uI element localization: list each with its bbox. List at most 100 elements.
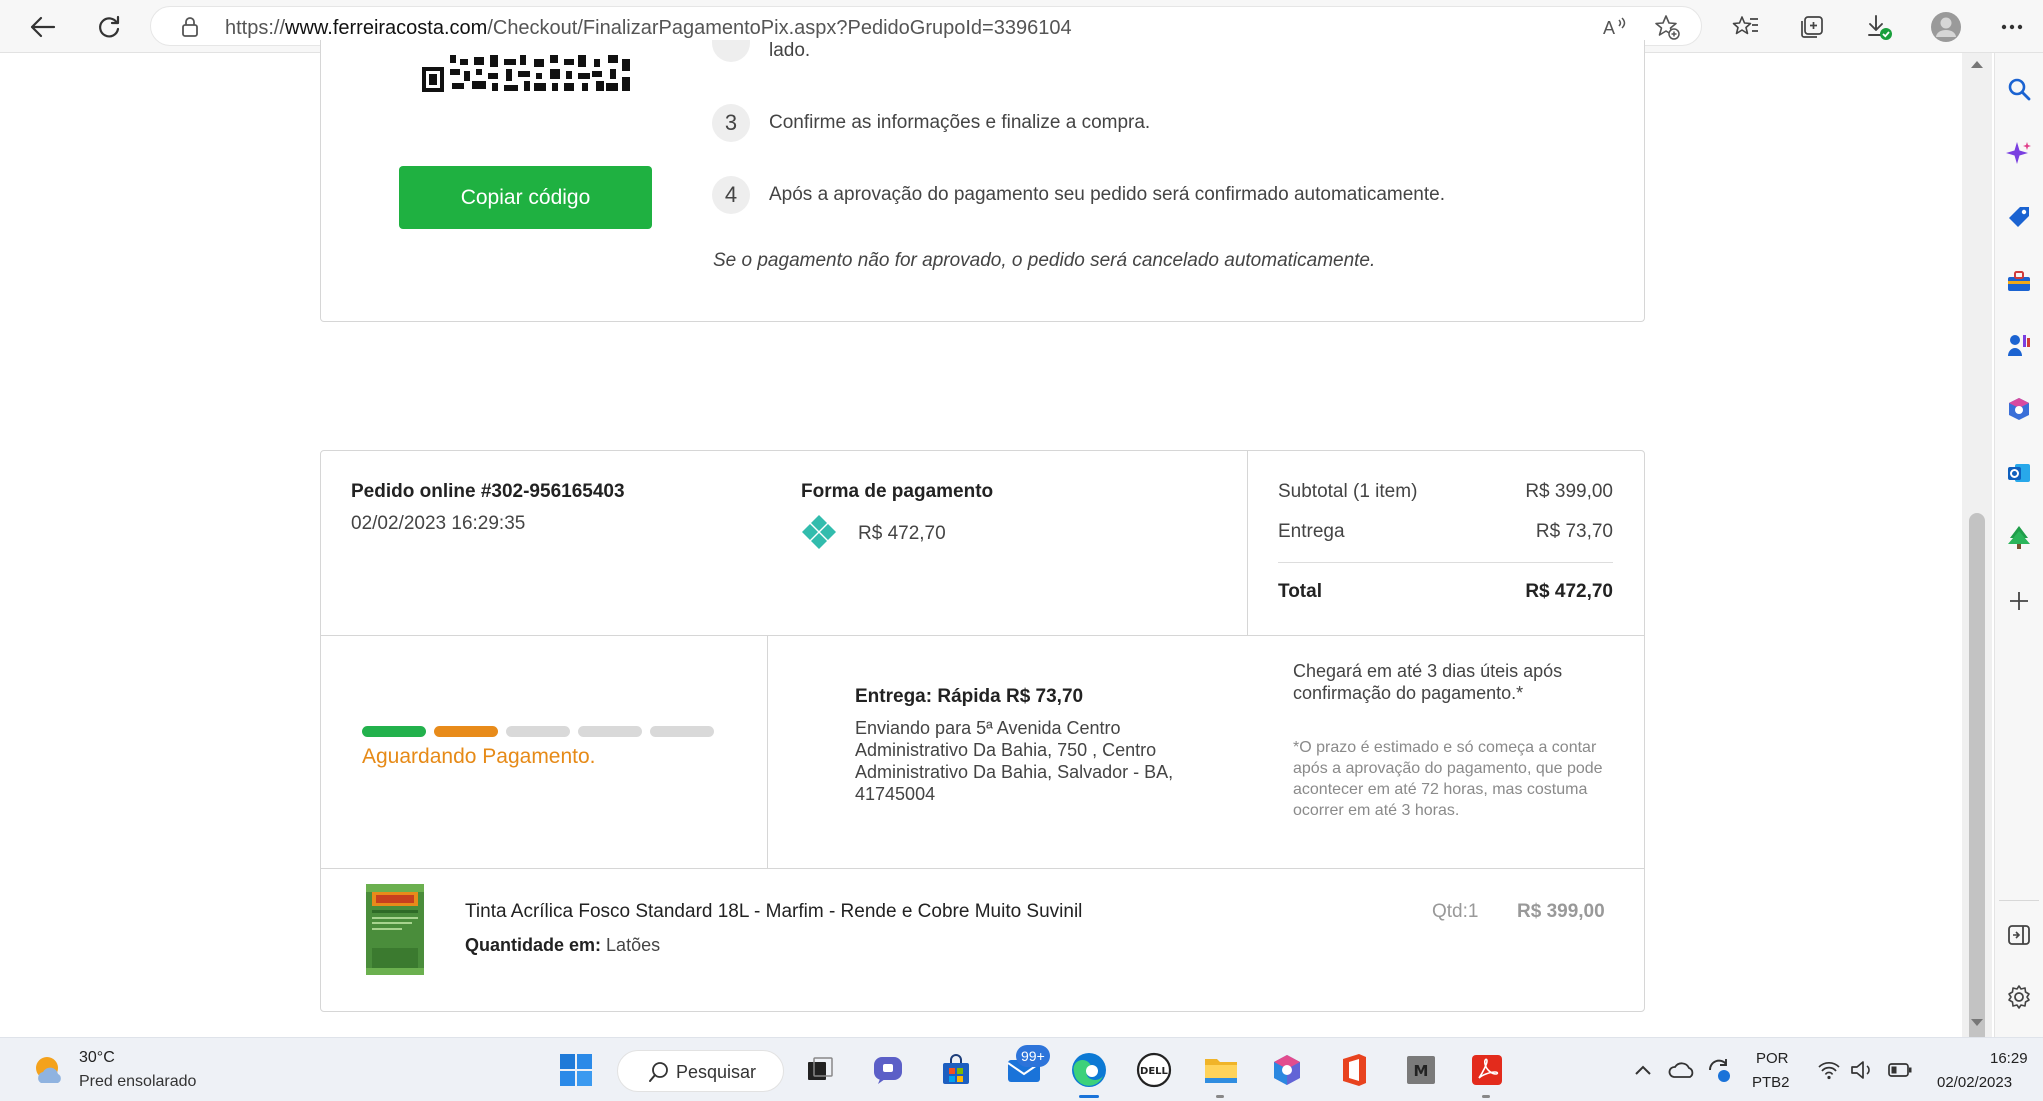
keyboard-layout[interactable]: PTB2 bbox=[1752, 1074, 1790, 1091]
task-view-icon[interactable] bbox=[801, 1051, 839, 1089]
windows-start-icon[interactable] bbox=[557, 1051, 595, 1089]
microsoft-365-icon[interactable] bbox=[2005, 395, 2033, 423]
subtotal-row: Subtotal (1 item) R$ 399,00 bbox=[1278, 481, 1613, 503]
delivery-address: Enviando para 5ª Avenida Centro Administ… bbox=[855, 718, 1174, 804]
delivery-fee-row: Entrega R$ 73,70 bbox=[1278, 521, 1613, 543]
total-row: Total R$ 472,70 bbox=[1278, 581, 1613, 603]
onedrive-cloud-icon[interactable] bbox=[1667, 1051, 1697, 1089]
microsoft-store-icon[interactable] bbox=[937, 1051, 975, 1089]
active-app-indicator bbox=[1079, 1095, 1099, 1098]
status-progress-segment bbox=[362, 726, 426, 737]
weather-sun-cloud-icon[interactable] bbox=[33, 1053, 67, 1087]
profile-avatar-icon[interactable] bbox=[1927, 8, 1965, 46]
svg-text:A: A bbox=[1603, 18, 1615, 38]
edge-sidebar bbox=[1994, 53, 2043, 1037]
settings-gear-icon[interactable] bbox=[2005, 983, 2033, 1011]
outlook-icon[interactable] bbox=[2005, 459, 2033, 487]
show-hidden-icons-chevron-up-icon[interactable] bbox=[1629, 1051, 1657, 1089]
lock-icon[interactable] bbox=[179, 16, 201, 43]
divider bbox=[767, 636, 768, 868]
wifi-icon[interactable] bbox=[1815, 1051, 1843, 1089]
tools-icon[interactable] bbox=[2005, 267, 2033, 295]
taskbar-search-label: Pesquisar bbox=[676, 1062, 757, 1082]
status-text: Aguardando Pagamento. bbox=[362, 745, 596, 768]
microsoft-365-app-icon[interactable] bbox=[1268, 1051, 1306, 1089]
clock-date[interactable]: 02/02/2023 bbox=[1937, 1074, 2012, 1091]
product-quantity: Qtd:1 bbox=[1432, 901, 1479, 922]
downloads-icon[interactable] bbox=[1860, 8, 1898, 46]
shopping-tag-icon[interactable] bbox=[2005, 203, 2033, 231]
keyboard-language[interactable]: POR bbox=[1756, 1050, 1789, 1067]
collections-icon[interactable] bbox=[1793, 8, 1831, 46]
sync-icon[interactable] bbox=[1704, 1051, 1734, 1089]
url-text[interactable]: https://www.ferreiracosta.com/Checkout/F… bbox=[225, 17, 1072, 40]
clock-time[interactable]: 16:29 bbox=[1990, 1050, 2028, 1067]
pix-icon bbox=[802, 515, 836, 549]
url-prefix: https:// bbox=[225, 17, 286, 39]
svg-text:DELL: DELL bbox=[1140, 1066, 1169, 1077]
edge-browser-icon[interactable] bbox=[1070, 1051, 1108, 1089]
vertical-scrollbar[interactable] bbox=[1962, 53, 1992, 1058]
search-icon bbox=[649, 1062, 668, 1082]
status-progress-segment bbox=[650, 726, 714, 737]
product-quantity-unit: Quantidade em: Latões bbox=[465, 935, 660, 956]
step-4-text: Após a aprovação do pagamento seu pedido… bbox=[769, 184, 1445, 205]
delivery-title: Entrega: Rápida R$ 73,70 bbox=[855, 686, 1084, 707]
cancel-note: Se o pagamento não for aprovado, o pedid… bbox=[713, 250, 1376, 271]
weather-description[interactable]: Pred ensolarado bbox=[79, 1073, 196, 1091]
quantity-unit-value: Latões bbox=[606, 935, 661, 955]
running-app-indicator bbox=[1216, 1095, 1224, 1098]
read-aloud-icon[interactable]: A bbox=[1601, 14, 1629, 40]
drop-tree-icon[interactable] bbox=[2005, 523, 2033, 551]
order-date: 02/02/2023 16:29:35 bbox=[351, 513, 526, 534]
favorites-icon[interactable] bbox=[1727, 8, 1765, 46]
scrollbar-thumb[interactable] bbox=[1969, 513, 1985, 1058]
delivery-fee-label: Entrega bbox=[1278, 521, 1345, 542]
divider bbox=[1247, 451, 1248, 635]
back-icon[interactable] bbox=[24, 8, 62, 46]
dell-icon[interactable]: DELL bbox=[1135, 1051, 1173, 1089]
subtotal-label: Subtotal (1 item) bbox=[1278, 481, 1418, 502]
step-3-text: Confirme as informações e finalize a com… bbox=[769, 112, 1151, 133]
status-progress-segment bbox=[434, 726, 498, 737]
product-name[interactable]: Tinta Acrílica Fosco Standard 18L - Marf… bbox=[465, 901, 1082, 923]
divider bbox=[321, 635, 1644, 636]
total-value: R$ 472,70 bbox=[1525, 581, 1613, 602]
status-progress-segment bbox=[578, 726, 642, 737]
taskbar-search[interactable]: Pesquisar bbox=[617, 1050, 784, 1092]
hide-sidebar-icon[interactable] bbox=[2005, 921, 2033, 949]
step-3: 3 Confirme as informações e finalize a c… bbox=[712, 104, 1150, 142]
step-4: 4 Após a aprovação do pagamento seu pedi… bbox=[712, 176, 1445, 214]
step-3-number: 3 bbox=[712, 104, 750, 142]
chat-icon[interactable] bbox=[869, 1051, 907, 1089]
file-explorer-icon[interactable] bbox=[1202, 1051, 1240, 1089]
order-number: Pedido online #302-956165403 bbox=[351, 481, 625, 502]
office-icon[interactable] bbox=[1335, 1051, 1373, 1089]
app-m-icon[interactable]: M bbox=[1402, 1051, 1440, 1089]
volume-icon[interactable] bbox=[1848, 1051, 1876, 1089]
weather-temperature[interactable]: 30°C bbox=[79, 1049, 115, 1067]
add-favorite-icon[interactable] bbox=[1653, 14, 1681, 40]
qr-code bbox=[420, 53, 632, 94]
copy-code-button[interactable]: Copiar código bbox=[399, 166, 652, 229]
arrival-note: *O prazo é estimado e só começa a contar… bbox=[1293, 739, 1603, 819]
scroll-down-icon[interactable] bbox=[1971, 1019, 1983, 1026]
running-app-indicator bbox=[1482, 1095, 1490, 1098]
step-4-number: 4 bbox=[712, 176, 750, 214]
status-progress bbox=[362, 726, 714, 737]
acrobat-reader-icon[interactable] bbox=[1468, 1051, 1506, 1089]
product-image[interactable] bbox=[366, 884, 424, 975]
search-icon[interactable] bbox=[2005, 75, 2033, 103]
status-progress-segment bbox=[506, 726, 570, 737]
games-icon[interactable] bbox=[2005, 331, 2033, 359]
url-domain: www.ferreiracosta.com bbox=[285, 17, 488, 39]
scroll-up-icon[interactable] bbox=[1971, 61, 1983, 68]
refresh-icon[interactable] bbox=[90, 8, 128, 46]
add-icon[interactable] bbox=[2005, 587, 2033, 615]
more-options-icon[interactable] bbox=[1993, 8, 2031, 46]
copilot-sparkle-icon[interactable] bbox=[2005, 139, 2033, 167]
divider bbox=[321, 868, 1644, 869]
battery-icon[interactable] bbox=[1886, 1051, 1914, 1089]
mail-badge: 99+ bbox=[1016, 1045, 1050, 1067]
svg-text:M: M bbox=[1414, 1062, 1429, 1080]
